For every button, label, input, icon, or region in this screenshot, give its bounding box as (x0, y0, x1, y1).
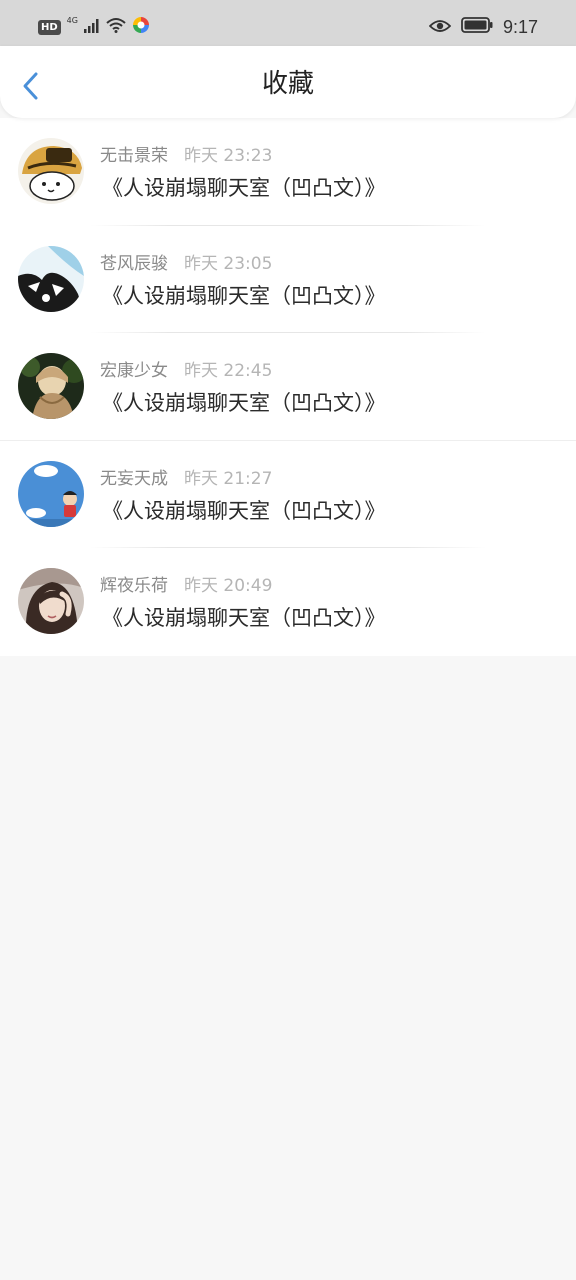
author-name: 辉夜乐荷 (100, 576, 168, 597)
item-title: 《人设崩塌聊天室（凹凸文）》 (102, 283, 386, 308)
avatar[interactable] (18, 245, 84, 312)
item-title: 《人设崩塌聊天室（凹凸文）》 (102, 391, 386, 416)
timestamp: 昨天 22:45 (184, 361, 273, 382)
item-title: 《人设崩塌聊天室（凹凸文）》 (102, 176, 386, 200)
item-meta: 无击景荣 昨天 23:23 (100, 145, 272, 167)
timestamp: 昨天 23:05 (184, 253, 273, 274)
avatar[interactable] (18, 138, 84, 204)
item-title: 《人设崩塌聊天室（凹凸文）》 (102, 606, 386, 631)
timestamp: 昨天 21:27 (184, 468, 273, 489)
author-name: 宏康少女 (100, 361, 168, 382)
list-item[interactable]: 苍风辰骏 昨天 23:05 《人设崩塌聊天室（凹凸文）》 (0, 226, 576, 334)
signal-icon (83, 18, 100, 37)
list-item[interactable]: 无妄天成 昨天 21:27 《人设崩塌聊天室（凹凸文）》 (0, 441, 576, 549)
item-meta: 无妄天成 昨天 21:27 (100, 468, 272, 490)
item-meta: 辉夜乐荷 昨天 20:49 (100, 575, 272, 597)
author-name: 无妄天成 (100, 468, 168, 489)
avatar[interactable] (18, 568, 84, 635)
app-notification-icon (132, 16, 150, 38)
item-title: 《人设崩塌聊天室（凹凸文）》 (102, 498, 386, 523)
item-meta: 宏康少女 昨天 22:45 (100, 360, 272, 382)
item-meta: 苍风辰骏 昨天 23:05 (100, 253, 272, 275)
timestamp: 昨天 23:23 (184, 146, 273, 166)
battery-icon (461, 17, 493, 37)
page-title: 收藏 (261, 69, 314, 99)
status-right: 9:17 (428, 16, 538, 38)
timestamp: 昨天 20:49 (184, 576, 273, 597)
list-item[interactable]: 辉夜乐荷 昨天 20:49 《人设崩塌聊天室（凹凸文）》 (0, 548, 576, 656)
list-item[interactable]: 无击景荣 昨天 23:23 《人设崩塌聊天室（凹凸文）》 (0, 118, 576, 226)
avatar[interactable] (18, 353, 84, 420)
list-item[interactable]: 宏康少女 昨天 22:45 《人设崩塌聊天室（凹凸文）》 (0, 333, 576, 441)
eye-icon (428, 18, 452, 37)
hd-badge: HD (38, 19, 61, 35)
avatar[interactable] (18, 460, 84, 527)
author-name: 无击景荣 (100, 146, 168, 166)
clock: 9:17 (502, 17, 538, 37)
author-name: 苍风辰骏 (100, 253, 168, 274)
status-bar: HD 4G 9:17 (0, 0, 576, 46)
page-header: 收藏 (0, 46, 576, 118)
status-left: HD 4G (38, 16, 150, 38)
favorites-list: 无击景荣 昨天 23:23 《人设崩塌聊天室（凹凸文）》 苍风辰骏 昨天 23:05… (0, 118, 576, 656)
network-type-label: 4G (66, 16, 78, 25)
wifi-icon (106, 17, 126, 37)
